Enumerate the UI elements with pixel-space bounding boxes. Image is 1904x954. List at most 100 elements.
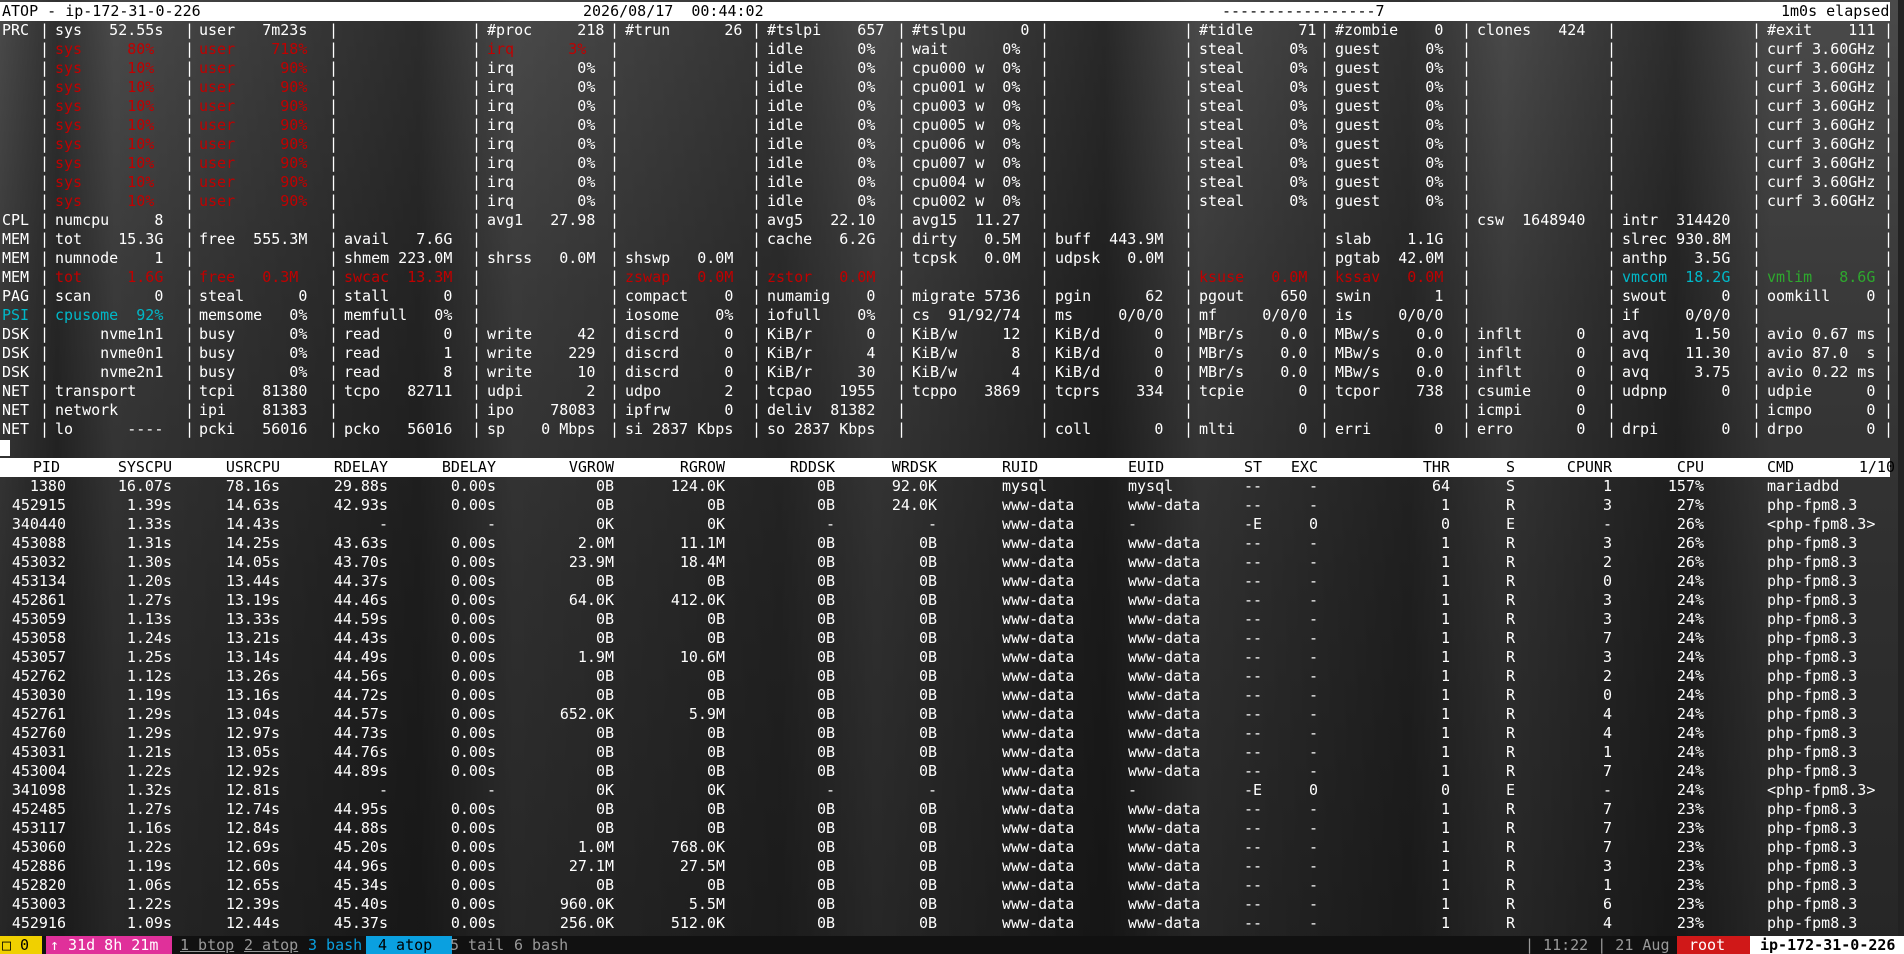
stat-cell: anthp 3.5G: [1622, 249, 1731, 267]
column-separator: |: [1320, 363, 1330, 381]
column-separator: |: [185, 173, 195, 191]
process-cell: 0.00s: [450, 648, 496, 666]
process-row[interactable]: 453117 1.16s 12.84s 44.88s 0.00s 0B 0B 0B 0B www-…: [0, 819, 1890, 838]
column-header[interactable]: CMD: [1767, 458, 1794, 477]
column-separator: |: [897, 97, 907, 115]
column-separator: |: [40, 154, 50, 172]
stat-cell: idle 0%: [767, 97, 876, 115]
column-header[interactable]: THR: [1423, 458, 1450, 477]
process-cell: 0B: [706, 610, 725, 628]
column-header[interactable]: CPUNR: [1567, 458, 1612, 477]
tmux-window-5[interactable]: 5 tail: [450, 936, 504, 954]
process-row[interactable]: 453088 1.31s 14.25s 43.63s 0.00s 2.0M 11.1M 0B 0…: [0, 534, 1890, 553]
process-row[interactable]: 453004 1.22s 12.92s 44.89s 0.00s 0B 0B 0B 0B www-…: [0, 762, 1890, 781]
process-cell: 0B: [816, 610, 835, 628]
column-separator: |: [1040, 268, 1050, 286]
process-cell: 0B: [816, 496, 835, 514]
process-cell: php-fpm8.3: [1767, 838, 1858, 856]
column-header[interactable]: WRDSK: [892, 458, 937, 477]
column-header[interactable]: EUID: [1128, 458, 1164, 477]
tmux-window-4-active[interactable]: 4 atop: [366, 936, 452, 954]
stat-cell: free 0.3M: [199, 268, 299, 286]
process-row[interactable]: 452760 1.29s 12.97s 44.73s 0.00s 0B 0B 0B 0B www-…: [0, 724, 1890, 743]
process-cell: R: [1505, 667, 1515, 685]
process-row[interactable]: 453031 1.21s 13.05s 44.76s 0.00s 0B 0B 0B 0B www-…: [0, 743, 1890, 762]
process-row[interactable]: 452861 1.27s 13.19s 44.46s 0.00s 64.0K 412.0K 0…: [0, 591, 1890, 610]
column-header[interactable]: VGROW: [569, 458, 614, 477]
column-separator: |: [329, 306, 339, 324]
column-separator: |: [1040, 306, 1050, 324]
column-header[interactable]: RDELAY: [334, 458, 388, 477]
process-cell: www-data: [1128, 819, 1201, 837]
process-cell: 12.69s: [225, 838, 280, 856]
process-row[interactable]: 453060 1.22s 12.69s 45.20s 0.00s 1.0M 768.0K 0B…: [0, 838, 1890, 857]
column-separator: |: [1884, 344, 1894, 362]
column-header[interactable]: ST: [1244, 458, 1262, 477]
tmux-window-6[interactable]: 6 bash: [514, 936, 568, 954]
stat-cell: curf 3.60GHz: [1767, 192, 1876, 210]
process-cell: 1.12s: [126, 667, 172, 685]
stat-cell: icmpi 0: [1477, 401, 1586, 419]
column-header[interactable]: RUID: [1002, 458, 1038, 477]
process-cell: www-data: [1002, 838, 1075, 856]
stat-cell: drpo 0: [1767, 420, 1876, 438]
process-cell: R: [1505, 838, 1515, 856]
process-row[interactable]: 452915 1.39s 14.63s 42.93s 0.00s 0B 0B 0B 24.0K w…: [0, 496, 1890, 515]
process-cell: 341098: [11, 781, 66, 799]
column-separator: |: [610, 40, 620, 58]
tmux-window-3[interactable]: 3 bash: [308, 936, 362, 954]
process-cell: 44.59s: [333, 610, 388, 628]
column-separator: |: [897, 59, 907, 77]
scrollbar[interactable]: [1898, 0, 1904, 954]
stat-cell: buff 443.9M: [1055, 230, 1164, 248]
process-row[interactable]: 340440 1.33s 14.43s - - 0K 0K - - www-data - -E 0 0 E -…: [0, 515, 1890, 534]
process-row[interactable]: 452886 1.19s 12.60s 44.96s 0.00s 27.1M 27.5M 0B…: [0, 857, 1890, 876]
stat-row: MEM | | | | | | | | | | | | | | tot 15.3G free 555.3M ava…: [0, 230, 1893, 249]
process-row[interactable]: 453058 1.24s 13.21s 44.43s 0.00s 0B 0B 0B 0B www-…: [0, 629, 1890, 648]
process-cell: 1.19s: [126, 857, 172, 875]
column-separator: |: [610, 401, 620, 419]
column-header[interactable]: S: [1506, 458, 1515, 477]
column-header[interactable]: 1/10: [1859, 458, 1895, 477]
process-cell: 45.34s: [333, 876, 388, 894]
process-row[interactable]: 453032 1.30s 14.05s 43.70s 0.00s 23.9M 18.4M 0B…: [0, 553, 1890, 572]
column-header[interactable]: RGROW: [680, 458, 725, 477]
tmux-window-1[interactable]: 1 btop: [180, 936, 234, 954]
column-header[interactable]: EXC: [1291, 458, 1318, 477]
process-row[interactable]: 453057 1.25s 13.14s 44.49s 0.00s 1.9M 10.6M 0B 0…: [0, 648, 1890, 667]
process-row[interactable]: 452820 1.06s 12.65s 45.34s 0.00s 0B 0B 0B 0B www-…: [0, 876, 1890, 895]
column-separator: |: [329, 97, 339, 115]
process-row[interactable]: 453003 1.22s 12.39s 45.40s 0.00s 960.0K 5.5M 0B…: [0, 895, 1890, 914]
process-row[interactable]: 453134 1.20s 13.44s 44.37s 0.00s 0B 0B 0B 0B www-…: [0, 572, 1890, 591]
process-cell: 0B: [706, 629, 725, 647]
process-cell: 43.70s: [333, 553, 388, 571]
process-cell: mariadbd: [1767, 477, 1840, 495]
stat-cell: sys 10%: [55, 135, 155, 153]
process-row[interactable]: 452761 1.29s 13.04s 44.57s 0.00s 652.0K 5.9M 0B…: [0, 705, 1890, 724]
column-header[interactable]: RDDSK: [790, 458, 835, 477]
column-separator: |: [1040, 135, 1050, 153]
stat-cell: steal 0%: [1199, 40, 1308, 58]
process-row[interactable]: 453059 1.13s 13.33s 44.59s 0.00s 0B 0B 0B 0B www-…: [0, 610, 1890, 629]
stat-cell: idle 0%: [767, 173, 876, 191]
stat-cell: numcpu 8: [55, 211, 164, 229]
process-row[interactable]: 453030 1.19s 13.16s 44.72s 0.00s 0B 0B 0B 0B www-…: [0, 686, 1890, 705]
process-row[interactable]: 452762 1.12s 13.26s 44.56s 0.00s 0B 0B 0B 0B www-…: [0, 667, 1890, 686]
process-row[interactable]: 452485 1.27s 12.74s 44.95s 0.00s 0B 0B 0B 0B www-…: [0, 800, 1890, 819]
column-separator: |: [752, 363, 762, 381]
column-separator: |: [1752, 154, 1762, 172]
column-header[interactable]: BDELAY: [442, 458, 496, 477]
process-cell: 1: [1440, 610, 1450, 628]
tmux-window-2[interactable]: 2 atop: [244, 936, 298, 954]
process-row[interactable]: 452916 1.09s 12.44s 45.37s 0.00s 256.0K 512.0K…: [0, 914, 1890, 933]
column-header[interactable]: CPU: [1677, 458, 1704, 477]
column-separator: |: [1320, 154, 1330, 172]
column-header[interactable]: USRCPU: [226, 458, 280, 477]
tmux-session-indicator[interactable]: □ 0: [0, 936, 42, 954]
stat-cell: ms 0/0/0: [1055, 306, 1164, 324]
stat-cell: curf 3.60GHz: [1767, 116, 1876, 134]
process-row[interactable]: 341098 1.32s 12.81s - - 0K 0K - - www-data - -E 0 0 E -…: [0, 781, 1890, 800]
process-row[interactable]: 1380 16.07s 78.16s 29.88s 0.00s 0B 124.0K 0B 92.…: [0, 477, 1890, 496]
column-header[interactable]: SYSCPU: [118, 458, 172, 477]
column-header[interactable]: PID: [33, 458, 60, 477]
